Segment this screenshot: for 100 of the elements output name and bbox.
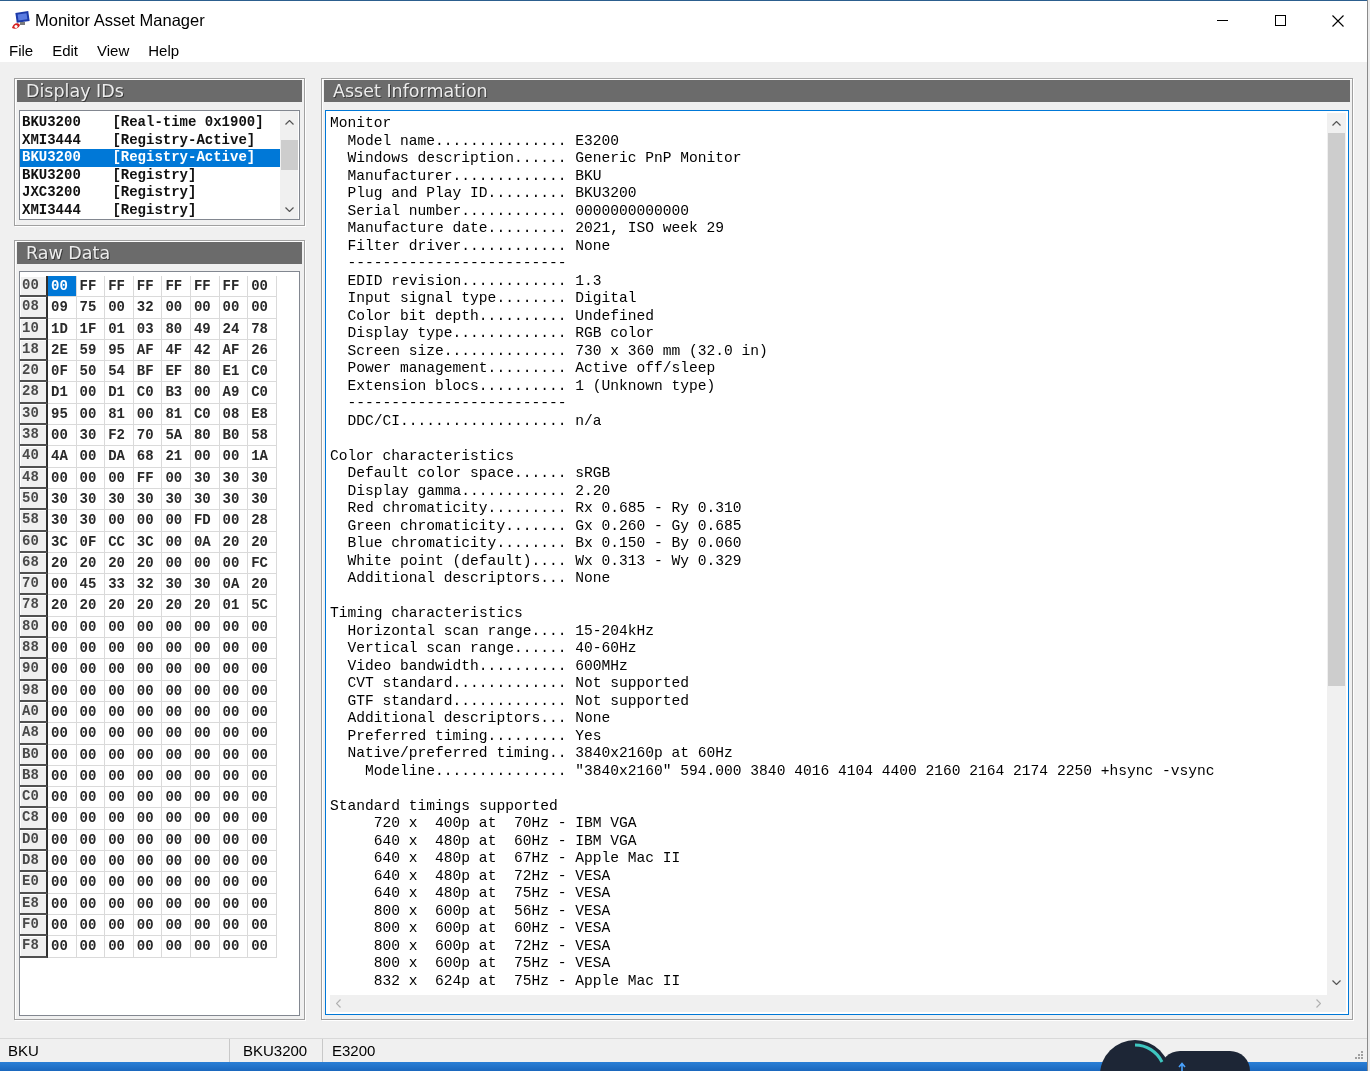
byte-cell[interactable]: 00 — [133, 851, 163, 873]
byte-cell[interactable]: 00 — [76, 914, 106, 937]
byte-cell[interactable]: 20 — [76, 552, 106, 575]
byte-cell[interactable]: 00 — [248, 616, 277, 639]
byte-cell[interactable]: B3 — [162, 382, 191, 404]
vertical-scrollbar[interactable] — [280, 111, 298, 219]
byte-cell[interactable]: 00 — [219, 680, 249, 702]
byte-cell[interactable]: 00 — [190, 765, 220, 788]
byte-cell[interactable]: 58 — [248, 425, 277, 447]
byte-cell[interactable]: 00 — [133, 765, 163, 788]
byte-cell[interactable]: 20 — [76, 595, 106, 617]
byte-cell[interactable]: 00 — [190, 808, 220, 830]
byte-cell[interactable]: 00 — [219, 297, 249, 319]
byte-cell[interactable]: 01 — [219, 595, 249, 617]
byte-cell[interactable]: 00 — [76, 851, 106, 873]
byte-cell[interactable]: 81 — [105, 403, 134, 426]
byte-cell[interactable]: FF — [76, 276, 106, 298]
byte-cell[interactable]: 00 — [248, 765, 277, 788]
byte-cell[interactable]: 00 — [219, 552, 249, 575]
byte-cell[interactable]: FF — [162, 276, 191, 298]
byte-cell[interactable]: 00 — [248, 787, 277, 809]
byte-cell[interactable]: 00 — [219, 851, 249, 873]
byte-cell[interactable]: 00 — [219, 723, 249, 745]
byte-cell[interactable]: 78 — [248, 318, 277, 340]
byte-cell[interactable]: 00 — [190, 744, 220, 766]
byte-cell[interactable]: 00 — [133, 616, 163, 639]
byte-cell[interactable]: 00 — [105, 616, 134, 639]
byte-cell[interactable]: 20 — [48, 595, 77, 617]
byte-cell[interactable]: 00 — [76, 723, 106, 745]
byte-cell[interactable]: 00 — [190, 701, 220, 724]
byte-cell[interactable]: AF — [219, 339, 249, 362]
byte-cell[interactable]: 20 — [133, 595, 163, 617]
byte-cell[interactable]: 00 — [248, 297, 277, 319]
byte-cell[interactable]: 20 — [190, 595, 220, 617]
byte-cell[interactable]: 00 — [190, 851, 220, 873]
byte-cell[interactable]: 00 — [162, 744, 191, 766]
scrollbar-thumb[interactable] — [1328, 133, 1345, 686]
byte-cell[interactable]: CC — [105, 531, 134, 553]
byte-cell[interactable]: 00 — [48, 680, 77, 702]
byte-cell[interactable]: 00 — [76, 659, 106, 681]
byte-cell[interactable]: C0 — [133, 382, 163, 404]
byte-cell[interactable]: FF — [133, 276, 163, 298]
byte-cell[interactable]: 00 — [219, 787, 249, 809]
byte-cell[interactable]: 0A — [219, 574, 249, 596]
byte-cell[interactable]: 00 — [190, 872, 220, 894]
byte-cell[interactable]: 2E — [48, 339, 77, 362]
byte-cell[interactable]: FF — [190, 276, 220, 298]
byte-cell[interactable]: 32 — [133, 574, 163, 596]
byte-cell[interactable]: 00 — [133, 659, 163, 681]
byte-cell[interactable]: 20 — [48, 552, 77, 575]
byte-cell[interactable]: 21 — [162, 446, 191, 468]
byte-cell[interactable]: 00 — [219, 744, 249, 766]
byte-cell[interactable]: 00 — [133, 701, 163, 724]
byte-cell[interactable]: 00 — [190, 638, 220, 660]
byte-cell[interactable]: 45 — [76, 574, 106, 596]
byte-cell[interactable]: 0F — [48, 361, 77, 383]
byte-cell[interactable]: 00 — [219, 616, 249, 639]
list-item[interactable]: BKU3200 [Registry] — [20, 166, 280, 184]
byte-cell[interactable]: 00 — [133, 808, 163, 830]
byte-cell[interactable]: 3C — [133, 531, 163, 553]
id-list[interactable]: BKU3200 [Real-time 0x1900] XMI3444 [Registry-Active] BKU3200 [Registry-Active] BKU3200 [Registry] JXC3200 [Registry] XMI3444 [Registry] — [19, 110, 300, 220]
byte-cell[interactable]: 00 — [48, 893, 77, 915]
byte-cell[interactable]: 3C — [48, 531, 77, 553]
byte-cell[interactable]: 00 — [248, 723, 277, 745]
byte-cell[interactable]: 00 — [190, 829, 220, 851]
byte-cell[interactable]: 00 — [48, 659, 77, 681]
byte-cell[interactable]: 00 — [162, 893, 191, 915]
byte-cell[interactable]: 00 — [162, 936, 191, 958]
byte-cell[interactable]: 00 — [76, 403, 106, 426]
byte-cell[interactable]: 00 — [248, 638, 277, 660]
resize-grip-icon[interactable] — [1354, 1050, 1363, 1059]
byte-cell[interactable]: 00 — [219, 808, 249, 830]
scrollbar-thumb[interactable] — [280, 140, 298, 170]
byte-cell[interactable]: 28 — [248, 510, 277, 532]
scroll-up-icon[interactable] — [284, 119, 294, 125]
byte-cell[interactable]: 20 — [105, 595, 134, 617]
byte-cell[interactable]: 00 — [219, 914, 249, 937]
byte-cell[interactable]: 00 — [248, 851, 277, 873]
byte-cell[interactable]: 30 — [76, 510, 106, 532]
byte-cell[interactable]: 30 — [248, 488, 277, 511]
byte-cell[interactable]: 00 — [248, 808, 277, 830]
byte-cell[interactable]: 00 — [190, 446, 220, 468]
byte-cell[interactable]: 00 — [133, 744, 163, 766]
byte-cell[interactable]: 00 — [219, 765, 249, 788]
byte-cell[interactable]: 00 — [248, 680, 277, 702]
byte-cell[interactable]: 54 — [105, 361, 134, 383]
byte-cell[interactable]: 00 — [190, 893, 220, 915]
byte-cell[interactable]: 00 — [48, 787, 77, 809]
byte-cell[interactable]: 00 — [248, 872, 277, 894]
byte-cell[interactable]: 00 — [190, 723, 220, 745]
byte-cell[interactable]: 00 — [133, 723, 163, 745]
byte-cell[interactable]: 00 — [162, 829, 191, 851]
byte-cell[interactable]: 00 — [76, 744, 106, 766]
byte-cell[interactable]: FF — [133, 467, 163, 489]
byte-cell[interactable]: 00 — [133, 510, 163, 532]
byte-cell[interactable]: 20 — [248, 574, 277, 596]
byte-cell[interactable]: 00 — [219, 510, 249, 532]
byte-cell[interactable]: 00 — [190, 616, 220, 639]
byte-cell[interactable]: 00 — [105, 808, 134, 830]
byte-cell[interactable]: 30 — [190, 574, 220, 596]
